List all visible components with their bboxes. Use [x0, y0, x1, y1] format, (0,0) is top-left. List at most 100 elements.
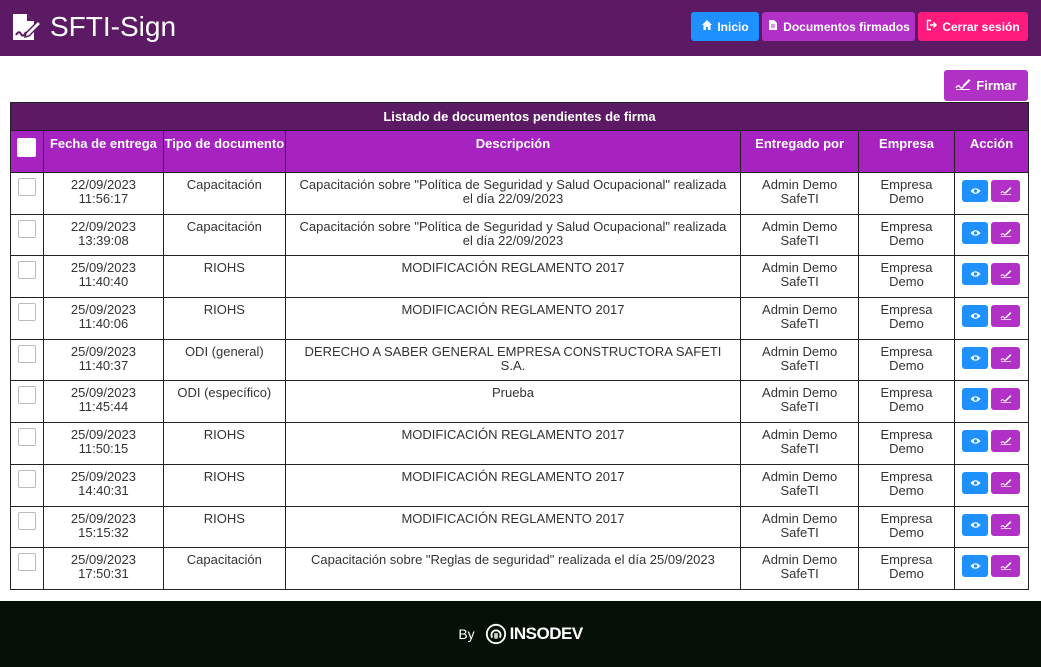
- cell-descripcion: Capacitación sobre "Política de Segurida…: [284, 213, 742, 257]
- cell-empresa-line2: Demo: [889, 482, 924, 498]
- cell-accion: [953, 297, 1030, 340]
- cell-empresa: Empresa Demo: [858, 380, 955, 424]
- header-tipo[interactable]: Tipo de documento: [162, 130, 286, 173]
- row-checkbox[interactable]: [17, 219, 36, 238]
- cell-empresa-line1: Empresa: [880, 260, 933, 276]
- view-button[interactable]: [962, 221, 989, 244]
- header-entregado[interactable]: Entregado por: [740, 130, 860, 173]
- cell-fecha: 25/09/2023 11:45:44: [42, 380, 164, 424]
- row-checkbox[interactable]: [17, 386, 36, 405]
- view-button[interactable]: [962, 513, 989, 536]
- cell-entregado-line1: Admin Demo: [762, 468, 838, 484]
- inicio-button[interactable]: Inicio: [691, 12, 759, 41]
- signature-icon: [1000, 518, 1012, 532]
- row-checkbox[interactable]: [17, 261, 36, 280]
- cell-date: 22/09/2023: [70, 177, 136, 192]
- view-button[interactable]: [962, 180, 989, 202]
- inicio-label: Inicio: [717, 19, 749, 34]
- cell-entregado-line2: SafeTI: [780, 524, 819, 540]
- footer-by: By: [458, 626, 475, 642]
- cell-fecha: 22/09/2023 11:56:17: [42, 172, 164, 215]
- cell-date: 25/09/2023: [70, 343, 136, 359]
- cell-tipo: ODI (general): [162, 338, 286, 382]
- cell-empresa-line1: Empresa: [880, 177, 933, 192]
- cell-empresa-line2: Demo: [889, 441, 924, 457]
- cell-empresa-line1: Empresa: [880, 302, 933, 318]
- row-checkbox[interactable]: [17, 553, 36, 572]
- view-button[interactable]: [962, 555, 989, 578]
- cell-empresa: Empresa Demo: [858, 463, 955, 507]
- cell-empresa: Empresa Demo: [858, 213, 955, 257]
- table-row: 22/09/2023 11:56:17 Capacitación Capacitaci…: [10, 172, 1030, 215]
- cell-entregado-line2: SafeTI: [780, 316, 819, 332]
- cell-tipo: Capacitación: [162, 547, 286, 590]
- cell-fecha: 25/09/2023 11:40:06: [42, 297, 164, 340]
- view-button[interactable]: [962, 263, 989, 286]
- view-button[interactable]: [962, 430, 989, 453]
- view-button[interactable]: [962, 346, 989, 369]
- cell-fecha: 25/09/2023 17:50:31: [42, 547, 164, 590]
- cell-empresa-line2: Demo: [889, 566, 924, 582]
- sign-button[interactable]: [991, 346, 1021, 369]
- cell-time: 15:15:32: [78, 524, 129, 540]
- cell-descripcion: Prueba: [284, 380, 742, 424]
- table-row: 25/09/2023 14:40:31 RIOHS MODIFICACIÓN REGL…: [10, 463, 1030, 507]
- documentos-firmados-button[interactable]: Documentos firmados: [762, 12, 915, 41]
- cell-entregado-line2: SafeTI: [780, 357, 819, 373]
- sign-button[interactable]: [991, 471, 1021, 494]
- header-fecha[interactable]: Fecha de entrega: [42, 130, 164, 173]
- view-button[interactable]: [962, 305, 989, 328]
- cell-entregado: Admin Demo SafeTI: [740, 172, 860, 215]
- brand[interactable]: SFTI-Sign: [10, 8, 176, 46]
- header-accion: Acción: [953, 130, 1030, 173]
- view-button[interactable]: [962, 471, 989, 494]
- cell-entregado-line1: Admin Demo: [762, 385, 838, 401]
- sign-button[interactable]: [991, 263, 1021, 286]
- row-checkbox[interactable]: [17, 428, 36, 447]
- cell-empresa-line2: Demo: [889, 232, 924, 248]
- cell-accion: [953, 422, 1030, 465]
- cell-descripcion: Capacitación sobre "Reglas de seguridad"…: [284, 547, 742, 590]
- sign-button[interactable]: [991, 555, 1021, 578]
- cell-entregado-line1: Admin Demo: [762, 260, 838, 276]
- signature-icon: [1000, 434, 1012, 448]
- header-descripcion[interactable]: Descripción: [284, 130, 742, 173]
- sign-button[interactable]: [991, 430, 1021, 453]
- cell-empresa-line2: Demo: [889, 191, 924, 206]
- cell-date: 25/09/2023: [70, 302, 136, 318]
- row-checkbox[interactable]: [17, 178, 36, 196]
- cell-time: 11:50:15: [78, 441, 129, 457]
- sign-out-icon: [926, 19, 938, 34]
- sign-button[interactable]: [991, 221, 1021, 244]
- insodev-logo[interactable]: INSODEV: [485, 623, 583, 645]
- firmar-button[interactable]: Firmar: [944, 70, 1028, 101]
- cell-empresa: Empresa Demo: [858, 255, 955, 299]
- cell-fecha: 25/09/2023 11:40:40: [42, 255, 164, 299]
- sign-button[interactable]: [991, 513, 1021, 536]
- row-checkbox[interactable]: [17, 344, 36, 363]
- cell-date: 25/09/2023: [70, 260, 136, 276]
- row-checkbox[interactable]: [17, 469, 36, 488]
- row-select-cell: [10, 380, 44, 424]
- cell-tipo: RIOHS: [162, 505, 286, 549]
- row-select-cell: [10, 297, 44, 340]
- cell-time: 17:50:31: [78, 566, 129, 582]
- table-row: 25/09/2023 11:40:37 ODI (general) DERECHO A…: [10, 338, 1030, 382]
- cell-accion: [953, 380, 1030, 424]
- signature-icon: [1000, 184, 1012, 198]
- row-checkbox[interactable]: [17, 511, 36, 530]
- row-checkbox[interactable]: [17, 303, 36, 322]
- select-all-checkbox[interactable]: [17, 138, 37, 157]
- home-icon: [701, 19, 713, 34]
- header-empresa[interactable]: Empresa: [858, 130, 955, 173]
- cell-entregado: Admin Demo SafeTI: [740, 213, 860, 257]
- sign-button[interactable]: [991, 180, 1021, 202]
- signature-icon: [1000, 559, 1012, 573]
- sign-button[interactable]: [991, 388, 1021, 411]
- cerrar-sesion-button[interactable]: Cerrar sesión: [918, 12, 1028, 41]
- cerrar-sesion-label: Cerrar sesión: [942, 19, 1020, 34]
- cell-entregado-line1: Admin Demo: [762, 427, 838, 443]
- sign-button[interactable]: [991, 305, 1021, 328]
- view-button[interactable]: [962, 388, 989, 411]
- row-select-cell: [10, 463, 44, 507]
